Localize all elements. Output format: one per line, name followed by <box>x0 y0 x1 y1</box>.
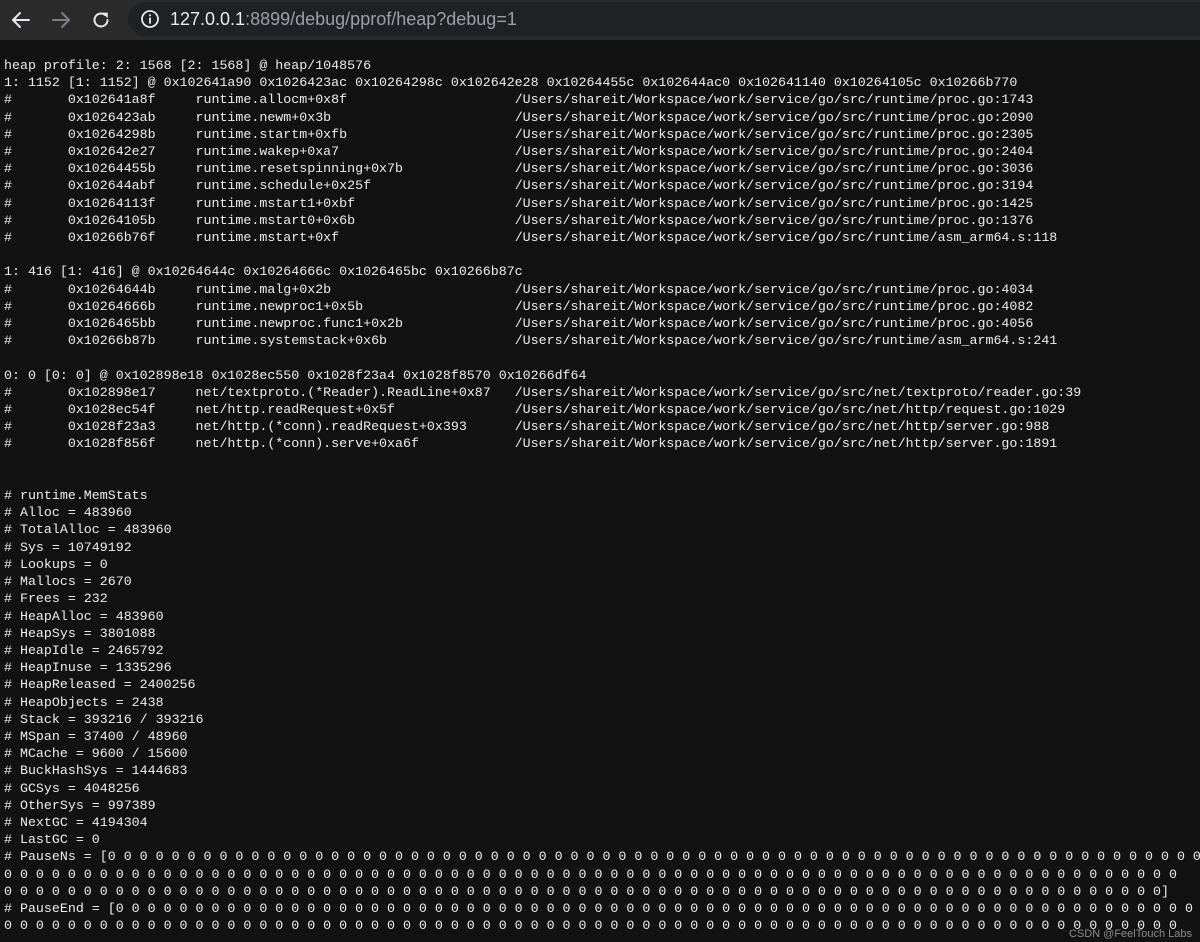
back-arrow-icon <box>12 12 30 28</box>
watermark: CSDN @FeelTouch Labs <box>1068 928 1192 940</box>
url-path: :8899/debug/pprof/heap?debug=1 <box>245 9 517 29</box>
url-text[interactable]: 127.0.0.1:8899/debug/pprof/heap?debug=1 <box>170 7 517 31</box>
url-host: 127.0.0.1 <box>170 9 246 29</box>
reload-icon <box>93 12 109 28</box>
address-bar[interactable]: 127.0.0.1:8899/debug/pprof/heap?debug=1 <box>128 2 1200 36</box>
forward-button[interactable] <box>46 6 76 34</box>
page-content: heap profile: 2: 1568 [2: 1568] @ heap/1… <box>0 40 1200 942</box>
reload-button[interactable] <box>86 6 116 34</box>
heap-profile-text: heap profile: 2: 1568 [2: 1568] @ heap/1… <box>4 58 1200 934</box>
back-button[interactable] <box>6 6 36 34</box>
info-icon[interactable] <box>140 9 160 29</box>
browser-toolbar: 127.0.0.1:8899/debug/pprof/heap?debug=1 <box>0 0 1200 40</box>
forward-arrow-icon <box>52 12 70 28</box>
